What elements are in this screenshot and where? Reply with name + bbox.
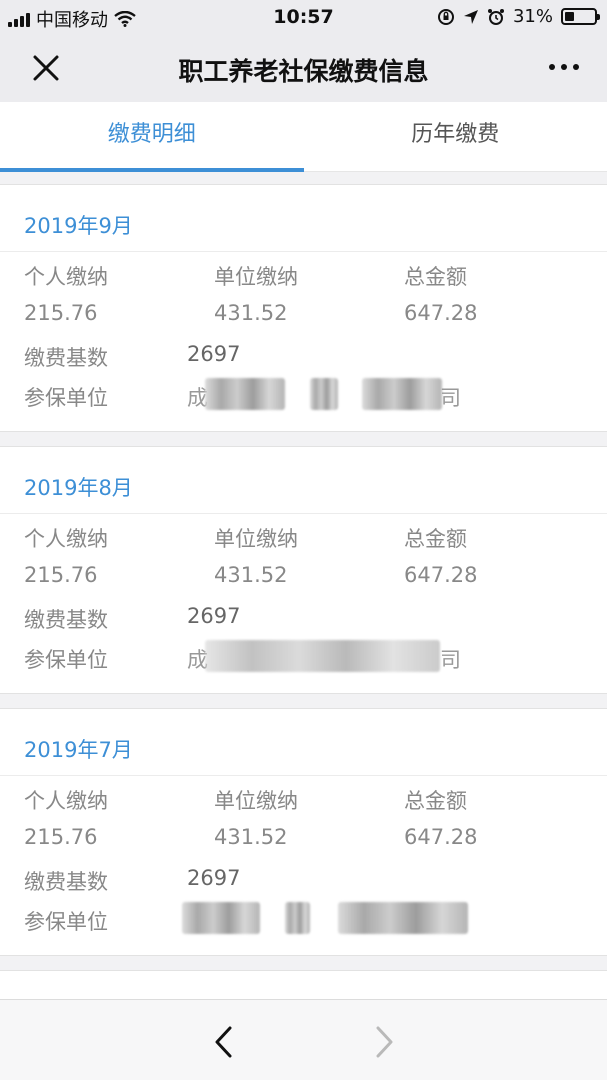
redacted-block — [310, 378, 338, 410]
total-label: 总金额 — [404, 527, 467, 551]
total-amount: 647.28 — [404, 563, 478, 587]
orientation-lock-icon — [437, 8, 454, 25]
status-bar-right: 31% — [437, 6, 600, 27]
tab-payment-details[interactable]: 缴费明细 — [0, 102, 304, 172]
more-icon[interactable] — [549, 64, 579, 70]
unit-name-fragment: 司 — [440, 386, 461, 410]
unit-name-fragment: 司 — [440, 648, 461, 672]
unit-label: 参保单位 — [24, 386, 108, 410]
base-value: 2697 — [187, 604, 241, 628]
personal-label: 个人缴纳 — [24, 527, 108, 551]
base-label: 缴费基数 — [24, 870, 108, 894]
battery-icon — [561, 8, 600, 25]
unit-label: 参保单位 — [24, 648, 108, 672]
unit-label: 参保单位 — [24, 910, 108, 934]
base-value: 2697 — [187, 342, 241, 366]
record-month: 2019年7月 — [0, 709, 607, 776]
forward-arrow-icon — [376, 1026, 393, 1058]
total-label: 总金额 — [404, 789, 467, 813]
redacted-block — [285, 902, 310, 934]
base-label: 缴费基数 — [24, 608, 108, 632]
location-icon — [463, 9, 478, 24]
navigation-bar: 职工养老社保缴费信息 — [0, 34, 607, 102]
employer-label: 单位缴纳 — [214, 789, 298, 813]
page-title: 职工养老社保缴费信息 — [178, 57, 429, 86]
employer-label: 单位缴纳 — [214, 265, 298, 289]
status-bar: 中国移动 10:57 31% — [0, 0, 607, 34]
personal-label: 个人缴纳 — [24, 265, 108, 289]
alarm-icon — [487, 8, 504, 25]
employer-amount: 431.52 — [214, 563, 288, 587]
personal-amount: 215.76 — [24, 563, 98, 587]
total-amount: 647.28 — [404, 301, 478, 325]
redacted-block — [338, 902, 468, 934]
base-value: 2697 — [187, 866, 241, 890]
tab-bar: 缴费明细 历年缴费 — [0, 102, 607, 172]
redacted-block — [182, 902, 260, 934]
total-amount: 647.28 — [404, 825, 478, 849]
base-label: 缴费基数 — [24, 346, 108, 370]
payment-record-card: 2019年9月 个人缴纳 单位缴纳 总金额 215.76 431.52 647.… — [0, 184, 607, 432]
payment-record-card: 2019年8月 个人缴纳 单位缴纳 总金额 215.76 431.52 647.… — [0, 446, 607, 694]
redacted-block — [205, 378, 285, 410]
record-month: 2019年8月 — [0, 447, 607, 514]
personal-amount: 215.76 — [24, 301, 98, 325]
back-arrow-icon[interactable] — [204, 1022, 244, 1062]
personal-label: 个人缴纳 — [24, 789, 108, 813]
redacted-block — [362, 378, 442, 410]
browser-toolbar — [0, 999, 607, 1080]
record-month: 2019年9月 — [0, 185, 607, 252]
battery-percent: 31% — [512, 6, 553, 27]
total-label: 总金额 — [404, 265, 467, 289]
employer-amount: 431.52 — [214, 301, 288, 325]
tab-yearly-payments[interactable]: 历年缴费 — [304, 102, 607, 171]
employer-label: 单位缴纳 — [214, 527, 298, 551]
personal-amount: 215.76 — [24, 825, 98, 849]
payment-record-card: 2019年7月 个人缴纳 单位缴纳 总金额 215.76 431.52 647.… — [0, 708, 607, 956]
employer-amount: 431.52 — [214, 825, 288, 849]
redacted-block — [205, 640, 440, 672]
